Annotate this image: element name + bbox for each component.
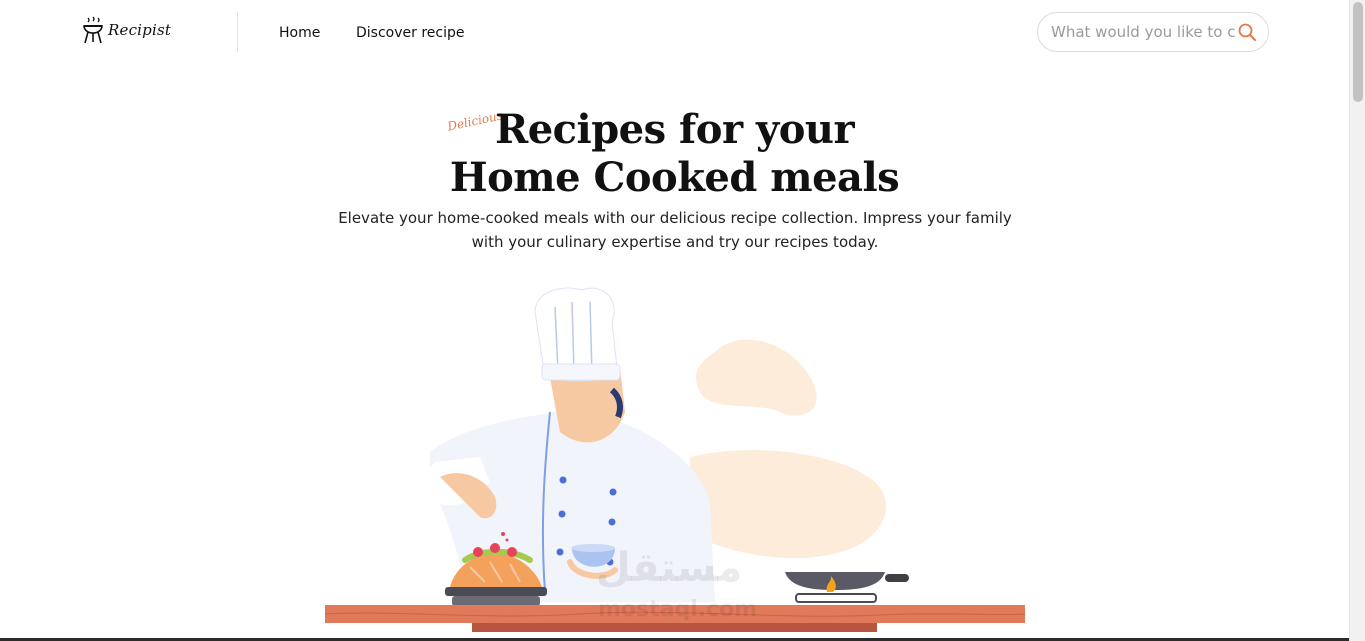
site-header: Recipist Home Discover recipe bbox=[0, 0, 1349, 64]
scrollbar-thumb[interactable] bbox=[1353, 2, 1363, 102]
hero-title-line-1: Recipes for your bbox=[494, 106, 855, 153]
vertical-scrollbar[interactable] bbox=[1349, 0, 1365, 641]
grill-icon bbox=[83, 16, 103, 44]
search-input[interactable] bbox=[1051, 23, 1235, 41]
nav-home-link[interactable]: Home bbox=[279, 25, 320, 41]
hero-subtitle: Elevate your home-cooked meals with our … bbox=[338, 209, 1012, 251]
search-box[interactable] bbox=[1037, 12, 1269, 52]
brand-logo[interactable]: Recipist bbox=[82, 16, 171, 44]
chef-illustration bbox=[324, 287, 1026, 632]
hero-title-line-2: Home Cooked meals bbox=[449, 154, 900, 201]
search-icon[interactable] bbox=[1237, 22, 1257, 42]
header-divider bbox=[237, 12, 238, 52]
nav-discover-recipe-link[interactable]: Discover recipe bbox=[356, 25, 464, 41]
brand-name: Recipist bbox=[108, 21, 172, 39]
